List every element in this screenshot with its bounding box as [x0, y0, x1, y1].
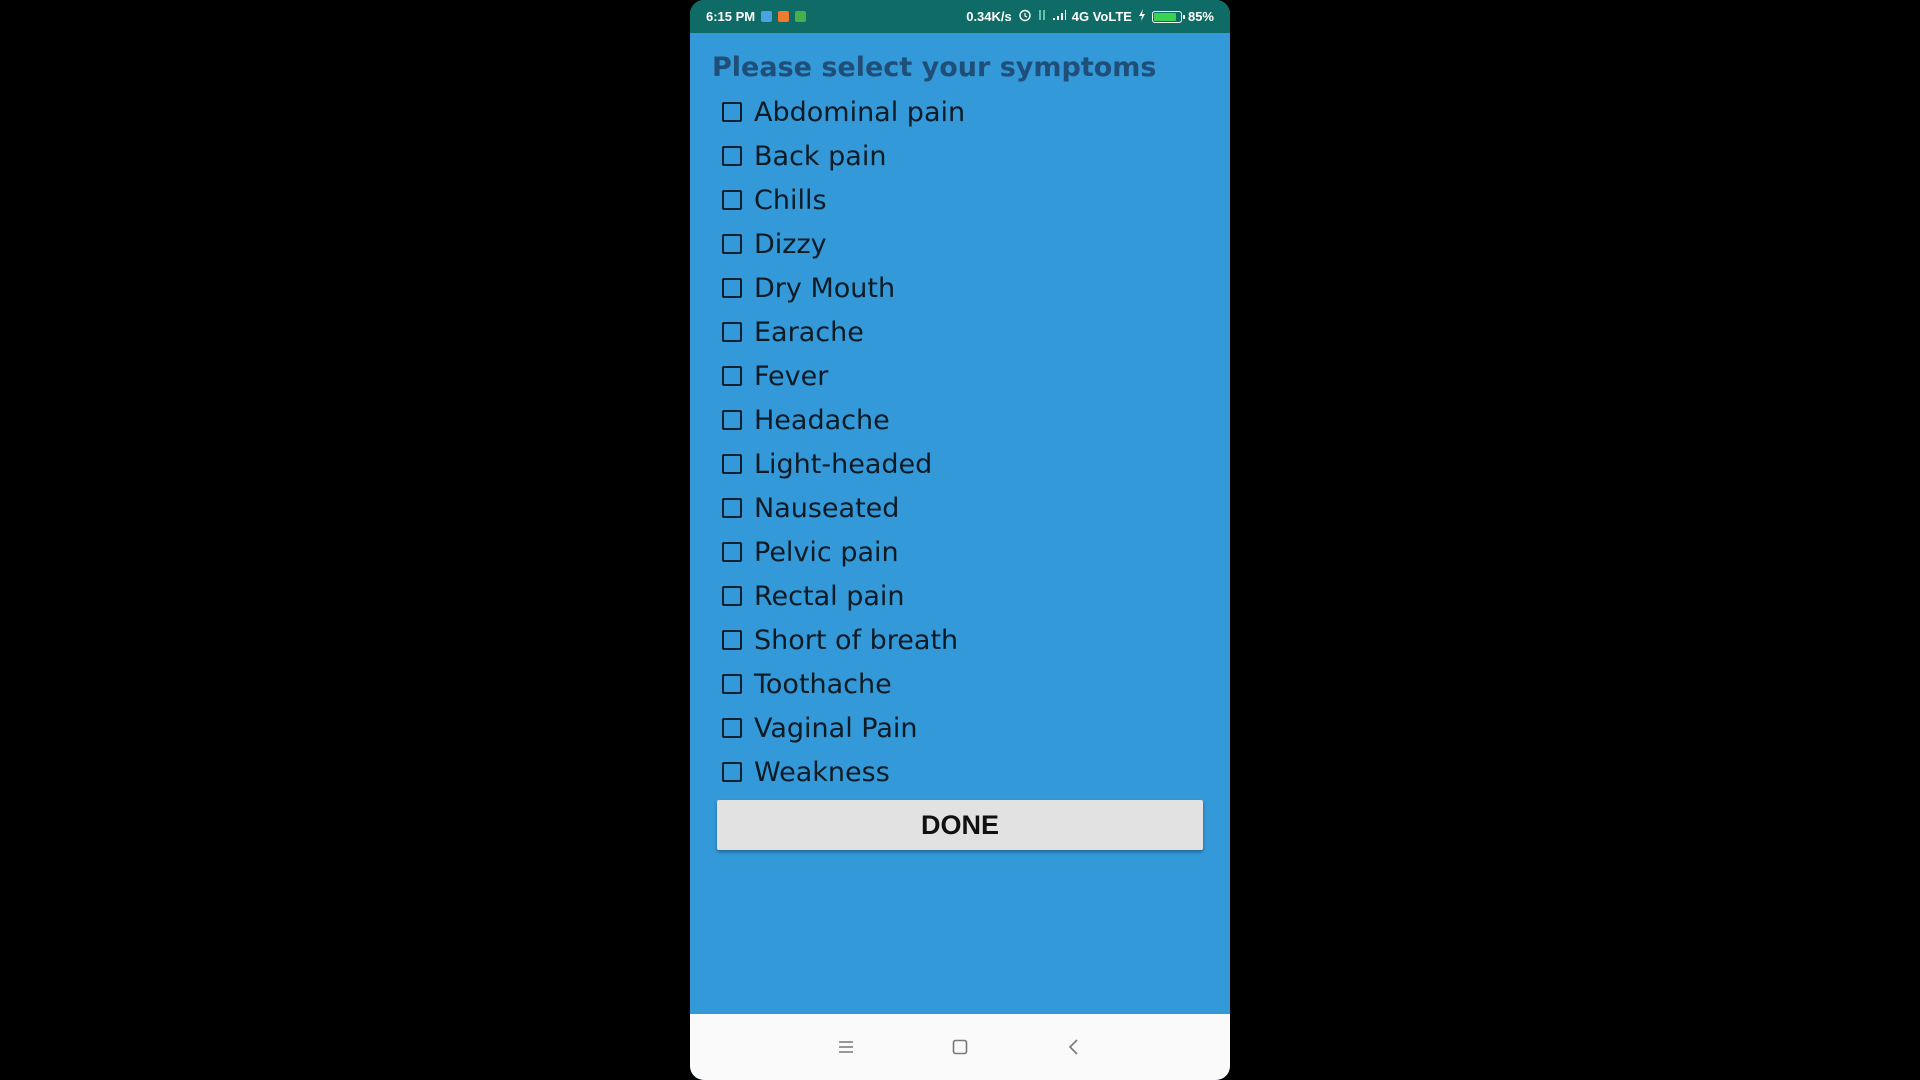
- status-left: 6:15 PM: [706, 9, 807, 24]
- battery-percent: 85%: [1187, 9, 1214, 24]
- checkbox[interactable]: [722, 278, 742, 298]
- checkbox[interactable]: [722, 366, 742, 386]
- symptom-item[interactable]: Short of breath: [720, 618, 1200, 662]
- status-network: 4G VoLTE: [1071, 9, 1132, 24]
- checkbox[interactable]: [722, 586, 742, 606]
- battery-tip: [1182, 14, 1185, 19]
- symptom-label: Light-headed: [754, 448, 933, 480]
- checkbox[interactable]: [722, 234, 742, 254]
- menu-icon[interactable]: [835, 1036, 857, 1058]
- status-time: 6:15 PM: [706, 9, 756, 24]
- symptom-item[interactable]: Chills: [720, 178, 1200, 222]
- symptom-item[interactable]: Dizzy: [720, 222, 1200, 266]
- phone-screen: 6:15 PM 0.34K/s 4G VoLTE 85% Please sele…: [690, 0, 1230, 1080]
- checkbox[interactable]: [722, 762, 742, 782]
- symptom-item[interactable]: Light-headed: [720, 442, 1200, 486]
- symptom-item[interactable]: Dry Mouth: [720, 266, 1200, 310]
- symptom-label: Earache: [754, 316, 864, 348]
- symptom-label: Dry Mouth: [754, 272, 896, 304]
- symptom-item[interactable]: Earache: [720, 310, 1200, 354]
- checkbox[interactable]: [722, 146, 742, 166]
- checkbox[interactable]: [722, 454, 742, 474]
- symptom-label: Abdominal pain: [754, 96, 966, 128]
- notification-green-icon: [795, 11, 807, 22]
- symptom-label: Pelvic pain: [754, 536, 899, 568]
- symptom-label: Weakness: [754, 756, 890, 788]
- checkbox[interactable]: [722, 102, 742, 122]
- symptom-label: Fever: [754, 360, 829, 392]
- symptom-label: Headache: [754, 404, 890, 436]
- symptom-label: Back pain: [754, 140, 887, 172]
- symptom-item[interactable]: Rectal pain: [720, 574, 1200, 618]
- home-icon[interactable]: [949, 1036, 971, 1058]
- alarm-icon: [1018, 8, 1032, 25]
- checkbox[interactable]: [722, 498, 742, 518]
- symptom-label: Dizzy: [754, 228, 827, 260]
- symptom-label: Short of breath: [754, 624, 959, 656]
- symptom-item[interactable]: Vaginal Pain: [720, 706, 1200, 750]
- symptom-item[interactable]: Headache: [720, 398, 1200, 442]
- data-arrows-icon: [1038, 9, 1046, 24]
- page-title: Please select your symptoms: [712, 52, 1157, 83]
- symptom-label: Vaginal Pain: [754, 712, 918, 744]
- symptom-item[interactable]: Toothache: [720, 662, 1200, 706]
- checkbox[interactable]: [722, 322, 742, 342]
- checkbox[interactable]: [722, 410, 742, 430]
- symptom-label: Rectal pain: [754, 580, 905, 612]
- symptom-item[interactable]: Pelvic pain: [720, 530, 1200, 574]
- status-right: 0.34K/s 4G VoLTE 85%: [966, 8, 1214, 25]
- notification-blue-icon: [761, 11, 773, 22]
- back-icon[interactable]: [1063, 1036, 1085, 1058]
- symptom-label: Chills: [754, 184, 827, 216]
- checkbox[interactable]: [722, 190, 742, 210]
- symptom-item[interactable]: Back pain: [720, 134, 1200, 178]
- status-bar: 6:15 PM 0.34K/s 4G VoLTE 85%: [690, 0, 1230, 33]
- symptom-item[interactable]: Fever: [720, 354, 1200, 398]
- checkbox[interactable]: [722, 542, 742, 562]
- symptom-item[interactable]: Abdominal pain: [720, 90, 1200, 134]
- symptom-item[interactable]: Nauseated: [720, 486, 1200, 530]
- battery-icon: [1151, 10, 1185, 23]
- checkbox[interactable]: [722, 674, 742, 694]
- symptom-list: Abdominal pain Back pain Chills Dizzy Dr…: [720, 90, 1200, 794]
- symptom-label: Nauseated: [754, 492, 900, 524]
- notification-orange-icon: [778, 11, 790, 22]
- signal-icon: [1052, 9, 1066, 24]
- checkbox[interactable]: [722, 630, 742, 650]
- checkbox[interactable]: [722, 718, 742, 738]
- charging-icon: [1138, 9, 1146, 24]
- battery-fill: [1153, 12, 1176, 21]
- symptom-label: Toothache: [754, 668, 892, 700]
- navigation-bar: [690, 1014, 1230, 1080]
- status-net-speed: 0.34K/s: [966, 9, 1012, 24]
- symptom-item[interactable]: Weakness: [720, 750, 1200, 794]
- done-button[interactable]: DONE: [717, 800, 1203, 850]
